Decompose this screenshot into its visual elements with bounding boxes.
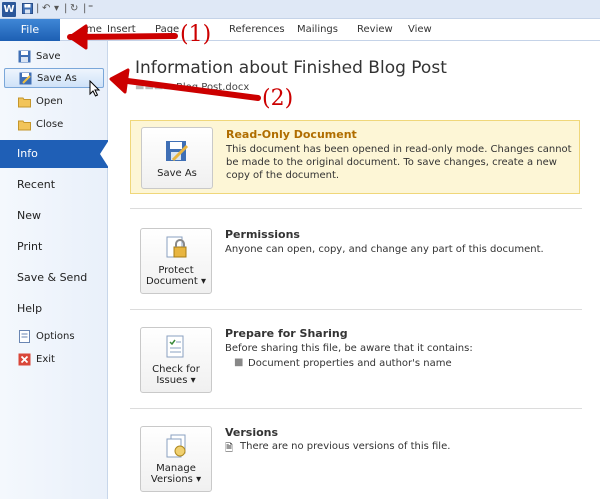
divider xyxy=(130,408,582,409)
save-as-button[interactable]: Save As xyxy=(141,127,213,189)
readonly-section: Save As Read-Only Document This document… xyxy=(130,120,580,194)
close-label: Close xyxy=(36,119,64,130)
open-label: Open xyxy=(36,96,63,107)
exit-command[interactable]: Exit xyxy=(4,350,104,370)
options-command[interactable]: Options xyxy=(4,327,104,347)
options-icon xyxy=(18,330,31,343)
separator: | xyxy=(64,3,68,14)
permissions-title: Permissions xyxy=(225,228,300,241)
tab-review[interactable]: Review xyxy=(357,19,393,41)
nav-help[interactable]: Help xyxy=(17,302,42,315)
divider xyxy=(130,208,582,209)
quick-access-toolbar: W | ↶ ▾ | ↻ | ⁼ xyxy=(0,0,600,19)
tab-page-layout[interactable]: Page xyxy=(155,19,179,41)
exit-icon xyxy=(18,353,31,366)
customize-qat-icon[interactable]: ⁼ xyxy=(88,3,93,15)
protect-line2: Document ▾ xyxy=(145,276,207,287)
protect-line1: Protect xyxy=(158,265,194,276)
sharing-section: Check for Issues ▾ Prepare for Sharing B… xyxy=(130,323,580,395)
nav-print[interactable]: Print xyxy=(17,240,42,253)
save-label: Save xyxy=(36,51,61,62)
tab-references[interactable]: References xyxy=(229,19,285,41)
check-line2: Issues ▾ xyxy=(156,375,196,386)
save-icon[interactable] xyxy=(22,3,33,18)
permissions-section: Protect Document ▾ Permissions Anyone ca… xyxy=(130,224,580,296)
tab-insert[interactable]: Insert xyxy=(107,19,136,41)
selected-notch xyxy=(100,140,109,168)
readonly-title: Read-Only Document xyxy=(226,128,357,141)
save-as-icon xyxy=(19,72,32,85)
separator: | xyxy=(83,3,87,14)
nav-new[interactable]: New xyxy=(17,209,41,222)
word-app-icon[interactable]: W xyxy=(2,2,16,17)
bullet-icon: ■ xyxy=(234,357,244,368)
options-label: Options xyxy=(36,331,75,342)
tab-home[interactable]: me xyxy=(86,19,102,41)
versions-doc-icon: 🗎 xyxy=(225,443,234,454)
save-command[interactable]: Save xyxy=(4,47,104,67)
sharing-desc: Before sharing this file, be aware that … xyxy=(225,343,473,354)
permissions-desc: Anyone can open, copy, and change any pa… xyxy=(225,244,544,255)
dropdown-arrow-icon[interactable]: ▾ xyxy=(54,3,59,15)
annotation-step-1: (1) xyxy=(180,22,212,47)
divider xyxy=(130,309,582,310)
versions-line1: Manage xyxy=(156,463,196,474)
mouse-cursor-icon xyxy=(89,80,101,97)
close-command[interactable]: Close xyxy=(4,115,104,135)
tab-mailings[interactable]: Mailings xyxy=(297,19,338,41)
versions-desc: There are no previous versions of this f… xyxy=(240,441,451,452)
close-folder-icon xyxy=(18,118,31,131)
check-for-issues-button[interactable]: Check for Issues ▾ xyxy=(140,327,212,393)
versions-title: Versions xyxy=(225,426,279,439)
sharing-item: Document properties and author's name xyxy=(248,358,452,369)
nav-recent[interactable]: Recent xyxy=(17,178,55,191)
manage-versions-icon xyxy=(166,434,186,458)
tab-view[interactable]: View xyxy=(408,19,432,41)
tab-file[interactable]: File xyxy=(0,19,60,41)
redo-icon[interactable]: ↻ xyxy=(70,3,78,15)
nav-save-send[interactable]: Save & Send xyxy=(17,271,87,284)
file-path: ▬▬▬▬ Blog Post.docx xyxy=(135,82,250,93)
dropdown-arrow-icon: ▾ xyxy=(200,276,207,287)
exit-label: Exit xyxy=(36,354,55,365)
dropdown-arrow-icon: ▾ xyxy=(190,375,196,386)
file-name: Blog Post.docx xyxy=(175,82,250,93)
manage-versions-button[interactable]: Manage Versions ▾ xyxy=(140,426,212,492)
protect-document-icon xyxy=(166,236,187,258)
open-folder-icon xyxy=(18,95,31,108)
annotation-step-2: (2) xyxy=(262,86,294,111)
nav-info[interactable]: Info xyxy=(0,140,108,168)
dropdown-arrow-icon: ▾ xyxy=(196,474,202,485)
versions-line2: Versions ▾ xyxy=(150,474,202,485)
page-title: Information about Finished Blog Post xyxy=(135,58,447,78)
check-line1: Check for xyxy=(152,364,200,375)
save-as-label: Save As xyxy=(37,73,77,84)
sharing-title: Prepare for Sharing xyxy=(225,327,348,340)
save-icon xyxy=(18,50,31,63)
save-as-button-label: Save As xyxy=(157,168,197,179)
undo-icon[interactable]: ↶ xyxy=(42,3,50,15)
backstage-nav: Save Save As Open Close xyxy=(0,41,108,499)
save-as-icon xyxy=(166,141,189,162)
check-issues-icon xyxy=(166,335,184,358)
readonly-desc: This document has been opened in read-on… xyxy=(226,144,572,181)
separator: | xyxy=(36,3,40,14)
versions-section: Manage Versions ▾ Versions 🗎 There are n… xyxy=(130,422,580,494)
protect-document-button[interactable]: Protect Document ▾ xyxy=(140,228,212,294)
